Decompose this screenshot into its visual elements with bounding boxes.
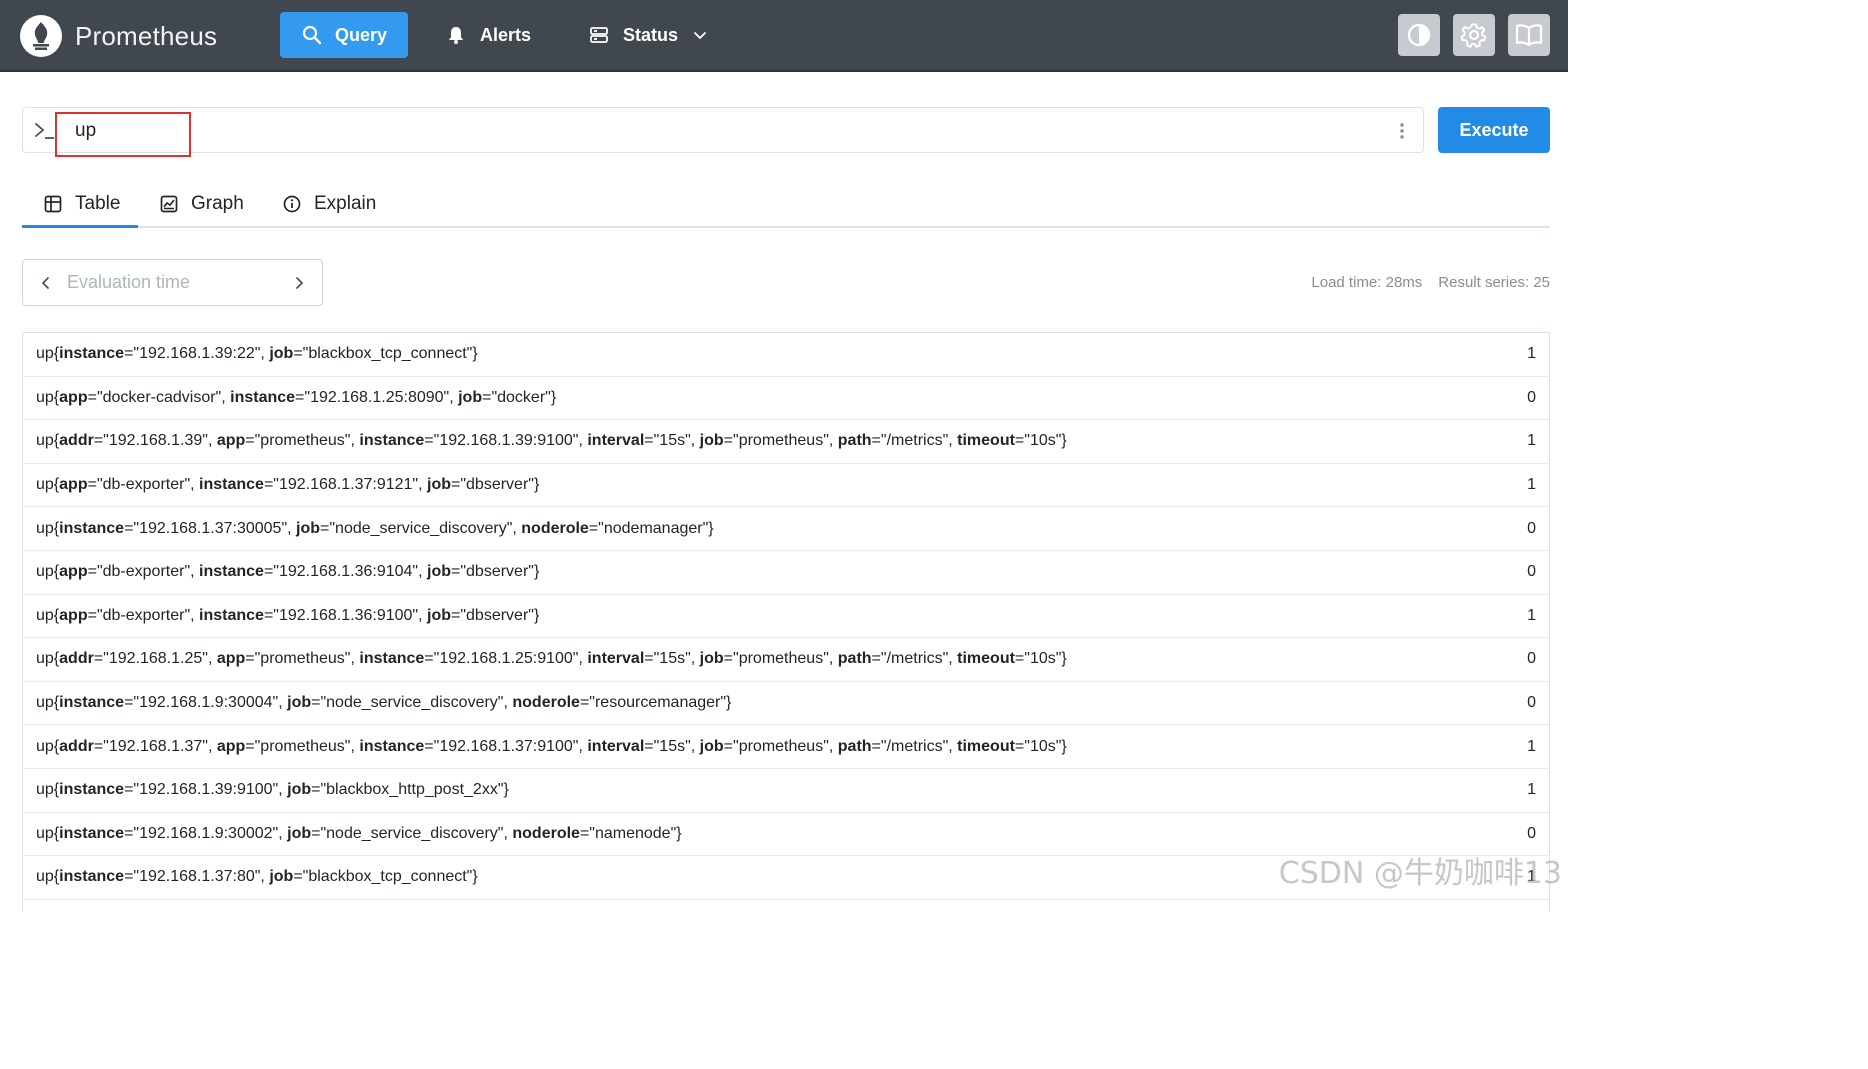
series-value: 1 <box>1527 737 1536 755</box>
graph-icon <box>160 195 178 213</box>
table-row: up{instance="192.168.1.39:22", job="blac… <box>23 333 1549 377</box>
nav-query-label: Query <box>335 24 388 45</box>
series-label: up{instance="192.168.1.37:30005", job="n… <box>36 519 714 537</box>
series-label: up{app="db-exporter", instance="192.168.… <box>36 563 540 581</box>
series-label: up{instance="192.168.1.37:80", job="blac… <box>36 868 478 886</box>
terminal-prompt-icon <box>35 123 54 139</box>
chevron-left-icon[interactable] <box>39 276 53 290</box>
table-row: up{app="docker-cadvisor", instance="192.… <box>23 377 1549 421</box>
series-value: 0 <box>1527 650 1536 668</box>
table-row: up{instance="192.168.1.37:30005", job="n… <box>23 507 1549 551</box>
series-value: 0 <box>1527 563 1536 581</box>
table-row: up{addr="192.168.1.37", app="prometheus"… <box>23 725 1549 769</box>
table-row: up{instance="192.168.1.9:30004", job="no… <box>23 682 1549 726</box>
table-row: up{app="db-exporter", instance="192.168.… <box>23 464 1549 508</box>
nav-alerts-button[interactable]: Alerts <box>446 12 531 58</box>
series-value: 1 <box>1527 476 1536 494</box>
server-icon <box>590 27 608 43</box>
evaluation-time-picker <box>22 259 323 306</box>
series-label: up{addr="192.168.1.39", app="prometheus"… <box>36 432 1067 450</box>
more-options-icon[interactable] <box>1399 122 1405 140</box>
nav-alerts-label: Alerts <box>480 24 532 45</box>
series-value: 1 <box>1527 432 1536 450</box>
chevron-down-icon <box>694 32 706 40</box>
search-icon <box>302 25 322 45</box>
nav-query-button[interactable]: Query <box>280 12 408 58</box>
tab-table[interactable]: Table <box>22 182 138 228</box>
gear-icon <box>1461 23 1487 48</box>
series-value: 0 <box>1527 694 1536 712</box>
table-icon <box>44 195 62 212</box>
series-label: up{instance="192.168.1.39:22", job="blac… <box>36 345 478 363</box>
info-icon <box>283 195 301 213</box>
evaluation-time-input[interactable] <box>67 272 287 293</box>
result-series-text: Result series: 25 <box>1438 274 1550 291</box>
series-value: 0 <box>1527 824 1536 842</box>
series-value: 0 <box>1527 519 1536 537</box>
series-label: up{instance="192.168.1.9:30002", job="no… <box>36 824 682 842</box>
nav-status-dropdown[interactable]: Status <box>589 12 708 58</box>
table-row: up{instance="192.168.1.39:9100", job="bl… <box>23 769 1549 813</box>
tab-graph-label: Graph <box>191 193 244 214</box>
book-icon <box>1515 24 1543 47</box>
table-row: up{app="db-exporter", instance="192.168.… <box>23 595 1549 639</box>
series-label: up{app="db-exporter", instance="192.168.… <box>36 606 540 624</box>
theme-toggle-button[interactable] <box>1398 14 1440 56</box>
series-label: up{instance="192.168.1.39:9100", job="bl… <box>36 781 509 799</box>
nav-status-label: Status <box>623 24 679 45</box>
table-row: up{addr="192.168.1.25", app="prometheus"… <box>23 638 1549 682</box>
view-tabs: Table Graph Explain <box>22 182 1550 228</box>
series-label: up{instance="192.168.1.9:30004", job="no… <box>36 694 732 712</box>
query-input[interactable] <box>75 116 1275 146</box>
series-value: 1 <box>1527 781 1536 799</box>
series-label: up{app="db-exporter", instance="192.168.… <box>36 476 540 494</box>
brand[interactable]: Prometheus <box>20 14 217 58</box>
contrast-icon <box>1407 23 1431 47</box>
top-navbar: Prometheus Query Alerts Status <box>0 0 1568 72</box>
series-label: up{app="docker-cadvisor", instance="192.… <box>36 388 557 406</box>
table-row: up{app="db-exporter", instance="192.168.… <box>23 551 1549 595</box>
chevron-right-icon[interactable] <box>292 276 306 290</box>
execute-button[interactable]: Execute <box>1438 107 1550 153</box>
tab-table-label: Table <box>75 192 121 214</box>
watermark-text: CSDN @牛奶咖啡13 <box>1278 856 1562 891</box>
tab-explain-label: Explain <box>314 193 377 214</box>
app-title: Prometheus <box>75 20 218 51</box>
documentation-button[interactable] <box>1508 14 1550 56</box>
series-value: 0 <box>1527 388 1536 406</box>
prometheus-logo-icon <box>20 15 62 57</box>
series-label: up{addr="192.168.1.37", app="prometheus"… <box>36 737 1067 755</box>
query-editor <box>22 107 1424 157</box>
results-table: up{instance="192.168.1.39:22", job="blac… <box>22 332 1550 912</box>
query-stats: Load time: 28ms Result series: 25 <box>1311 274 1550 291</box>
series-value: 1 <box>1527 606 1536 624</box>
bell-icon <box>449 27 463 44</box>
series-label: up{addr="192.168.1.25", app="prometheus"… <box>36 650 1067 668</box>
series-value: 1 <box>1527 345 1536 363</box>
table-row: up{addr="192.168.1.39", app="prometheus"… <box>23 420 1549 464</box>
tab-graph[interactable]: Graph <box>160 182 244 226</box>
load-time-text: Load time: 28ms <box>1311 274 1423 291</box>
settings-button[interactable] <box>1453 14 1495 56</box>
tab-explain[interactable]: Explain <box>283 182 376 226</box>
